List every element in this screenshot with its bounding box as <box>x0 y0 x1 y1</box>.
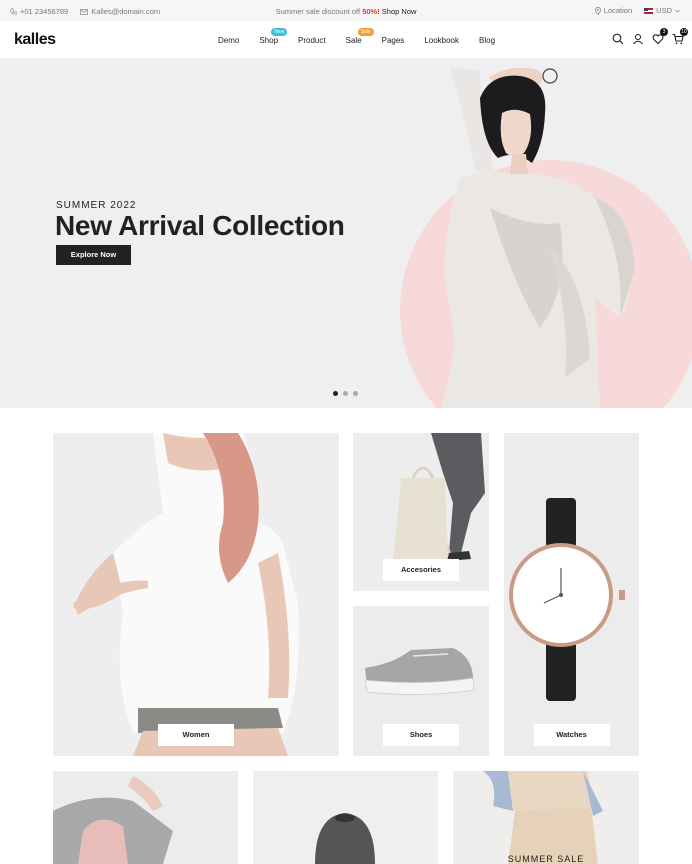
main-nav: Demo Shop New Product Sale Sale Pages Look… <box>218 28 515 45</box>
shoes-label[interactable]: Shoes <box>383 724 459 746</box>
nav-blog[interactable]: Blog <box>479 36 495 45</box>
category-watches[interactable]: Watches <box>504 433 639 756</box>
account-button[interactable] <box>632 32 644 45</box>
currency-label: USD <box>656 6 672 15</box>
nav-label: Sale <box>345 36 362 45</box>
wishlist-button[interactable]: 3 <box>652 28 668 45</box>
logo[interactable]: kalles <box>14 31 56 49</box>
category-shoes[interactable]: Shoes <box>353 606 489 756</box>
wishlist-count: 3 <box>660 28 668 36</box>
nav-product[interactable]: Product <box>298 36 326 45</box>
category-women[interactable]: Women <box>53 433 339 756</box>
nav-label: Pages <box>381 36 405 45</box>
category-summer-sale[interactable]: SUMMER SALE <box>453 771 639 864</box>
nav-shop[interactable]: Shop New <box>259 28 288 45</box>
hero-title: New Arrival Collection <box>55 210 345 241</box>
shop-now-link[interactable]: Shop Now <box>382 7 417 16</box>
slider-dot[interactable] <box>353 391 358 396</box>
category-accessories-2[interactable] <box>253 771 438 864</box>
promo-percent: 50%! <box>362 7 380 16</box>
location-pin-icon <box>594 6 601 15</box>
nav-label: Demo <box>218 36 240 45</box>
hero-slider: SUMMER 2022 New Arrival Collection Explo… <box>0 58 692 408</box>
new-badge: New <box>271 28 288 36</box>
location-link[interactable]: Location <box>594 6 633 15</box>
nav-label: Shop <box>259 36 279 45</box>
slider-dot[interactable] <box>333 391 338 396</box>
promo-banner: Summer sale discount off 50%! Shop Now <box>0 7 692 16</box>
category-bags[interactable] <box>53 771 238 864</box>
sale-badge: Sale <box>357 28 374 36</box>
nav-label: Lookbook <box>424 36 460 45</box>
top-bar: +01 23456789 Kalles@domain.com Summer sa… <box>0 0 692 22</box>
cap-image <box>315 813 375 864</box>
main-header: kalles Demo Shop New Product Sale Sale Pag… <box>0 22 692 58</box>
category-accessories[interactable]: Accesories <box>353 433 489 591</box>
accessories-label[interactable]: Accesories <box>383 559 459 581</box>
chevron-down-icon <box>675 9 680 13</box>
user-icon <box>633 33 643 45</box>
search-icon <box>612 33 624 45</box>
nav-label: Product <box>298 36 326 45</box>
nav-pages[interactable]: Pages <box>382 36 405 45</box>
nav-sale[interactable]: Sale Sale <box>345 28 374 45</box>
watches-image <box>509 498 625 701</box>
nav-label: Blog <box>479 36 496 45</box>
slider-dot[interactable] <box>343 391 348 396</box>
women-image <box>73 433 299 756</box>
summer-sale-text: SUMMER SALE <box>507 854 585 864</box>
cart-count: 10 <box>680 28 688 36</box>
nav-lookbook[interactable]: Lookbook <box>424 36 459 45</box>
watches-label[interactable]: Watches <box>533 724 610 746</box>
location-label: Location <box>603 6 633 15</box>
hero-model-image <box>440 67 635 408</box>
search-button[interactable] <box>612 32 624 45</box>
nav-demo[interactable]: Demo <box>218 36 239 45</box>
summer-sale-image <box>483 771 603 864</box>
slider-dots <box>333 391 358 396</box>
promo-text: Summer sale discount off <box>275 7 361 16</box>
currency-selector[interactable]: USD <box>644 6 680 15</box>
women-label[interactable]: Women <box>158 724 234 746</box>
bag-image <box>53 776 173 864</box>
cart-button[interactable]: 10 <box>672 28 688 45</box>
explore-now-button[interactable]: Explore Now <box>56 245 131 265</box>
us-flag-icon <box>644 7 654 14</box>
